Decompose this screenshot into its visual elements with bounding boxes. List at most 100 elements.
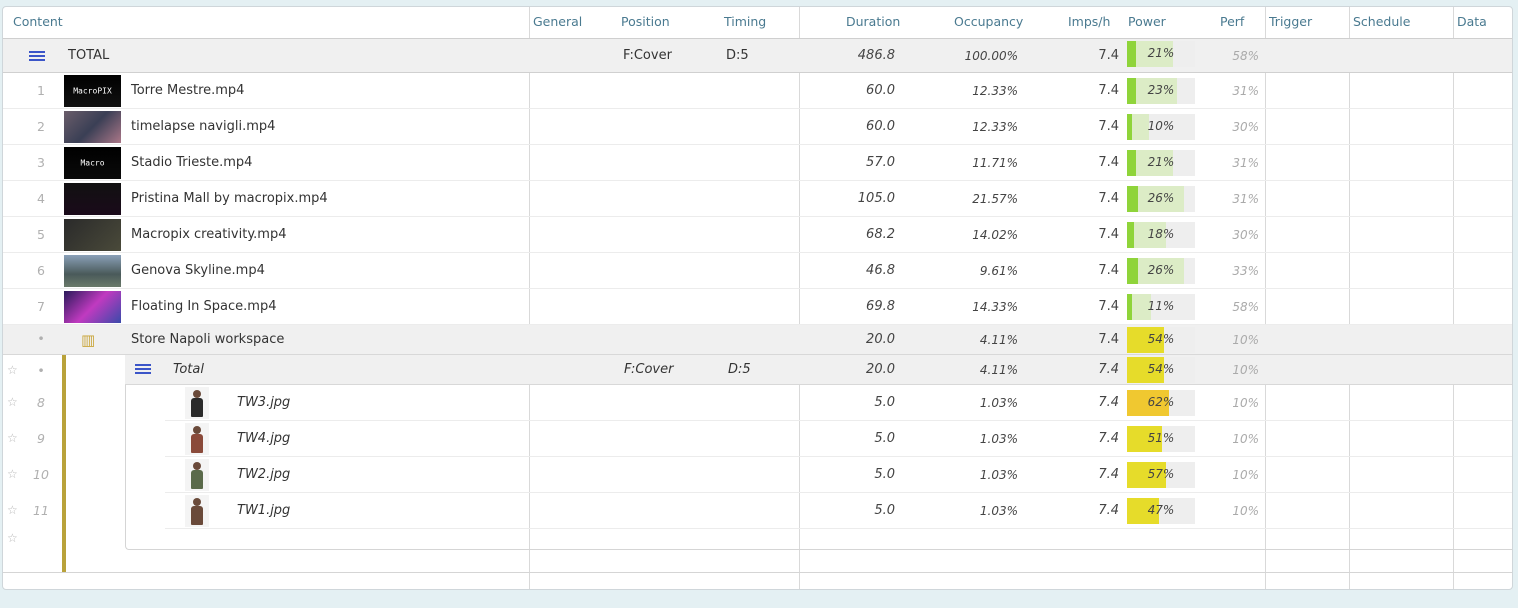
- occupancy-value: 12.33%: [972, 84, 1018, 98]
- workspace-total-label: Total: [173, 362, 204, 377]
- total-perf: 58%: [1232, 49, 1259, 63]
- content-name[interactable]: Stadio Trieste.mp4: [131, 155, 252, 170]
- table-row[interactable]: 2 timelapse navigli.mp4 60.0 12.33% 7.4 10% 30…: [3, 109, 1512, 145]
- content-thumbnail[interactable]: [64, 219, 121, 251]
- col-header-occupancy[interactable]: Occupancy: [954, 14, 1023, 29]
- imps-value: 7.4: [1098, 431, 1119, 446]
- content-name[interactable]: Macropix creativity.mp4: [131, 227, 286, 242]
- content-thumbnail[interactable]: [64, 111, 121, 143]
- col-header-trigger[interactable]: Trigger: [1269, 14, 1312, 29]
- workspace-occupancy: 4.11%: [979, 333, 1018, 347]
- workspace-imps: 7.4: [1098, 332, 1119, 347]
- col-header-power[interactable]: Power: [1128, 14, 1166, 29]
- content-name[interactable]: Torre Mestre.mp4: [131, 83, 244, 98]
- workspace-total-timing: D:5: [728, 362, 751, 377]
- table-row[interactable]: ☆ 11 TW1.jpg 5.0 1.03% 7.4 47% 10%: [3, 493, 1512, 529]
- col-header-content[interactable]: Content: [13, 14, 63, 29]
- table-row[interactable]: 5 Macropix creativity.mp4 68.2 14.02% 7.4 18%…: [3, 217, 1512, 253]
- duration-value: 57.0: [866, 155, 895, 170]
- col-header-imps[interactable]: Imps/h: [1068, 14, 1110, 29]
- content-name[interactable]: TW3.jpg: [237, 395, 290, 410]
- table-row[interactable]: ☆ 8 TW3.jpg 5.0 1.03% 7.4 62% 10%: [3, 385, 1512, 421]
- image-thumbnail[interactable]: [185, 495, 209, 527]
- list-menu-icon[interactable]: [29, 51, 45, 63]
- power-bar: 54%: [1127, 327, 1195, 353]
- imps-value: 7.4: [1098, 395, 1119, 410]
- duration-value: 68.2: [866, 227, 895, 242]
- duration-value: 69.8: [866, 299, 895, 314]
- power-bar: 10%: [1127, 114, 1195, 140]
- row-number: •: [37, 363, 45, 378]
- power-bar: 21%: [1127, 41, 1195, 67]
- imps-value: 7.4: [1098, 191, 1119, 206]
- table-row[interactable]: 4 Pristina Mall by macropix.mp4 105.0 21.57…: [3, 181, 1512, 217]
- occupancy-value: 11.71%: [972, 156, 1018, 170]
- power-bar: 18%: [1127, 222, 1195, 248]
- duration-value: 60.0: [866, 83, 895, 98]
- thumbnail-label: MacroPIX: [73, 86, 112, 96]
- star-icon[interactable]: ☆: [7, 363, 18, 377]
- total-row[interactable]: TOTAL F:Cover D:5 486.8 100.00% 7.4 21% …: [3, 39, 1512, 73]
- content-thumbnail[interactable]: Macro: [64, 147, 121, 179]
- star-icon[interactable]: ☆: [7, 431, 18, 445]
- col-header-schedule[interactable]: Schedule: [1353, 14, 1410, 29]
- power-bar: 26%: [1127, 186, 1195, 212]
- star-icon[interactable]: ☆: [7, 531, 18, 545]
- content-name[interactable]: TW4.jpg: [237, 431, 290, 446]
- imps-value: 7.4: [1098, 227, 1119, 242]
- list-menu-icon[interactable]: [135, 364, 151, 376]
- content-thumbnail[interactable]: MacroPIX: [64, 75, 121, 107]
- col-header-data[interactable]: Data: [1457, 14, 1487, 29]
- perf-value: 33%: [1232, 264, 1259, 278]
- imps-value: 7.4: [1098, 503, 1119, 518]
- image-thumbnail[interactable]: [185, 459, 209, 491]
- table-row[interactable]: ☆ 9 TW4.jpg 5.0 1.03% 7.4 51% 10%: [3, 421, 1512, 457]
- perf-value: 30%: [1232, 120, 1259, 134]
- workspace-duration: 20.0: [866, 332, 895, 347]
- workspace-row[interactable]: • ▥ Store Napoli workspace 20.0 4.11% 7.…: [3, 325, 1512, 355]
- imps-value: 7.4: [1098, 119, 1119, 134]
- row-divider: [3, 572, 1512, 573]
- col-header-duration[interactable]: Duration: [846, 14, 900, 29]
- table-row[interactable]: 6 Genova Skyline.mp4 46.8 9.61% 7.4 26% 33%: [3, 253, 1512, 289]
- imps-value: 7.4: [1098, 83, 1119, 98]
- perf-value: 30%: [1232, 228, 1259, 242]
- image-thumbnail[interactable]: [185, 387, 209, 419]
- perf-value: 10%: [1232, 504, 1259, 518]
- col-header-general[interactable]: General: [533, 14, 582, 29]
- content-thumbnail[interactable]: [64, 291, 121, 323]
- perf-value: 10%: [1232, 468, 1259, 482]
- workspace-name[interactable]: Store Napoli workspace: [131, 332, 284, 347]
- star-icon[interactable]: ☆: [7, 467, 18, 481]
- content-name[interactable]: timelapse navigli.mp4: [131, 119, 275, 134]
- col-header-timing[interactable]: Timing: [724, 14, 766, 29]
- star-icon[interactable]: ☆: [7, 395, 18, 409]
- content-name[interactable]: Floating In Space.mp4: [131, 299, 276, 314]
- content-thumbnail[interactable]: [64, 255, 121, 287]
- content-name[interactable]: TW2.jpg: [237, 467, 290, 482]
- workspace-total-row[interactable]: Total F:Cover D:5 20.0 4.11% 7.4 54% 10%: [125, 355, 1512, 385]
- occupancy-value: 9.61%: [979, 264, 1018, 278]
- content-thumbnail[interactable]: [64, 183, 121, 215]
- workspace-total-duration: 20.0: [866, 362, 895, 377]
- workspace-total-occupancy: 4.11%: [979, 363, 1018, 377]
- occupancy-value: 1.03%: [979, 396, 1018, 410]
- table-row[interactable]: 1 MacroPIX Torre Mestre.mp4 60.0 12.33% 7.4 23…: [3, 73, 1512, 109]
- content-name[interactable]: Pristina Mall by macropix.mp4: [131, 191, 328, 206]
- power-bar: 21%: [1127, 150, 1195, 176]
- col-header-perf[interactable]: Perf: [1220, 14, 1244, 29]
- image-thumbnail[interactable]: [185, 423, 209, 455]
- total-position: F:Cover: [623, 48, 672, 63]
- occupancy-value: 14.02%: [972, 228, 1018, 242]
- perf-value: 58%: [1232, 300, 1259, 314]
- col-header-position[interactable]: Position: [621, 14, 670, 29]
- table-row[interactable]: 3 Macro Stadio Trieste.mp4 57.0 11.71% 7.4 21%…: [3, 145, 1512, 181]
- content-name[interactable]: Genova Skyline.mp4: [131, 263, 265, 278]
- occupancy-value: 21.57%: [972, 192, 1018, 206]
- table-row[interactable]: 7 Floating In Space.mp4 69.8 14.33% 7.4 11% 58…: [3, 289, 1512, 325]
- perf-value: 31%: [1232, 192, 1259, 206]
- star-icon[interactable]: ☆: [7, 503, 18, 517]
- content-name[interactable]: TW1.jpg: [237, 503, 290, 518]
- table-row[interactable]: ☆ 10 TW2.jpg 5.0 1.03% 7.4 57% 10%: [3, 457, 1512, 493]
- duration-value: 5.0: [874, 395, 895, 410]
